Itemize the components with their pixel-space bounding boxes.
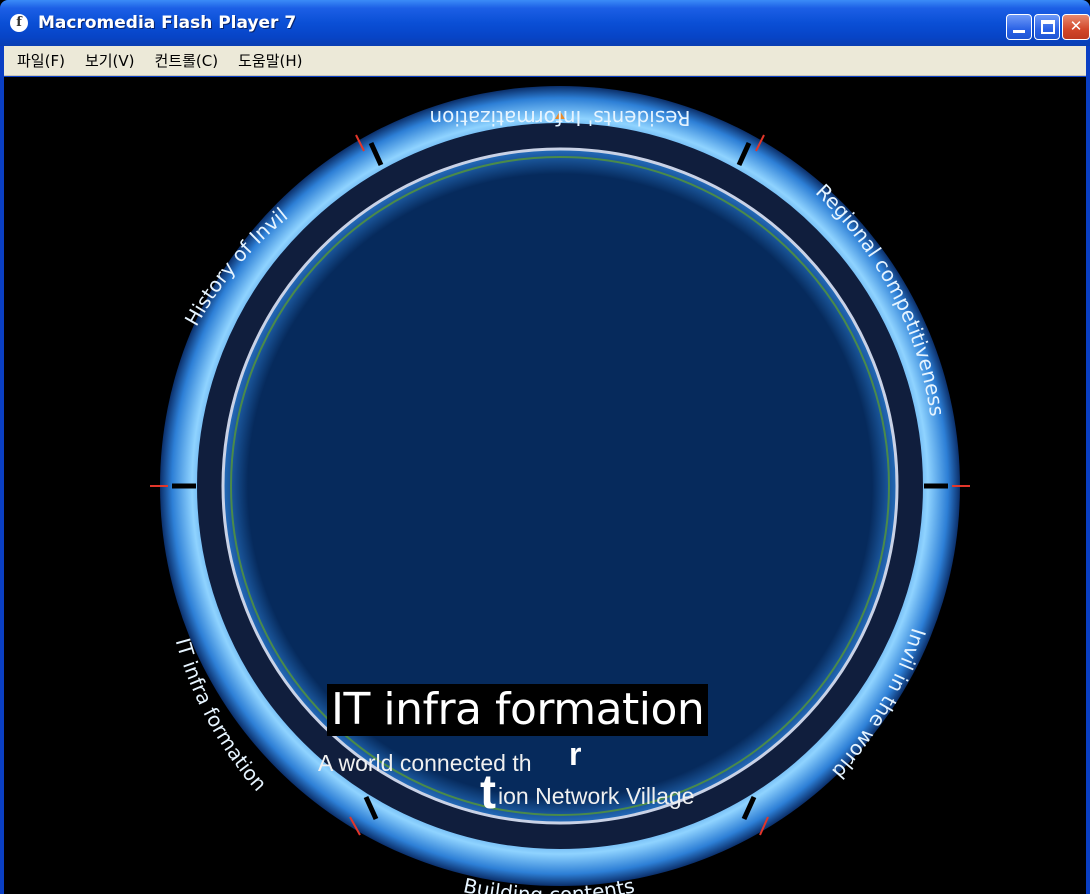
caption-line-2: ion Network Village — [498, 783, 695, 809]
title-bar[interactable]: f Macromedia Flash Player 7 ✕ — [0, 0, 1090, 46]
caption-line-1: A world connected th — [318, 750, 532, 776]
close-icon: ✕ — [1069, 17, 1083, 35]
minimize-icon — [1013, 30, 1025, 33]
flash-player-window: f Macromedia Flash Player 7 ✕ 파일(F) 보기(V… — [0, 0, 1090, 894]
ring-label-top[interactable]: Residents' Informatization — [430, 106, 691, 130]
navigation-ring: Residents' Informatization Regional comp… — [150, 86, 970, 894]
caption-headline: IT infra formation — [327, 684, 709, 736]
maximize-icon — [1041, 20, 1055, 34]
menu-control[interactable]: 컨트롤(C) — [148, 51, 226, 71]
close-button[interactable]: ✕ — [1062, 14, 1090, 40]
maximize-button[interactable] — [1034, 14, 1060, 40]
caption-animated-letter-t: t — [480, 766, 496, 819]
caption-animated-letter-r: r — [569, 736, 582, 772]
menu-help[interactable]: 도움말(H) — [231, 51, 309, 71]
menu-file[interactable]: 파일(F) — [10, 51, 72, 71]
window-title: Macromedia Flash Player 7 — [38, 13, 297, 33]
menu-view[interactable]: 보기(V) — [78, 51, 142, 71]
menu-bar: 파일(F) 보기(V) 컨트롤(C) 도움말(H) — [4, 46, 1086, 76]
flash-stage[interactable]: Residents' Informatization Regional comp… — [4, 77, 1086, 894]
minimize-button[interactable] — [1006, 14, 1032, 40]
flash-player-icon[interactable]: f — [10, 14, 28, 32]
